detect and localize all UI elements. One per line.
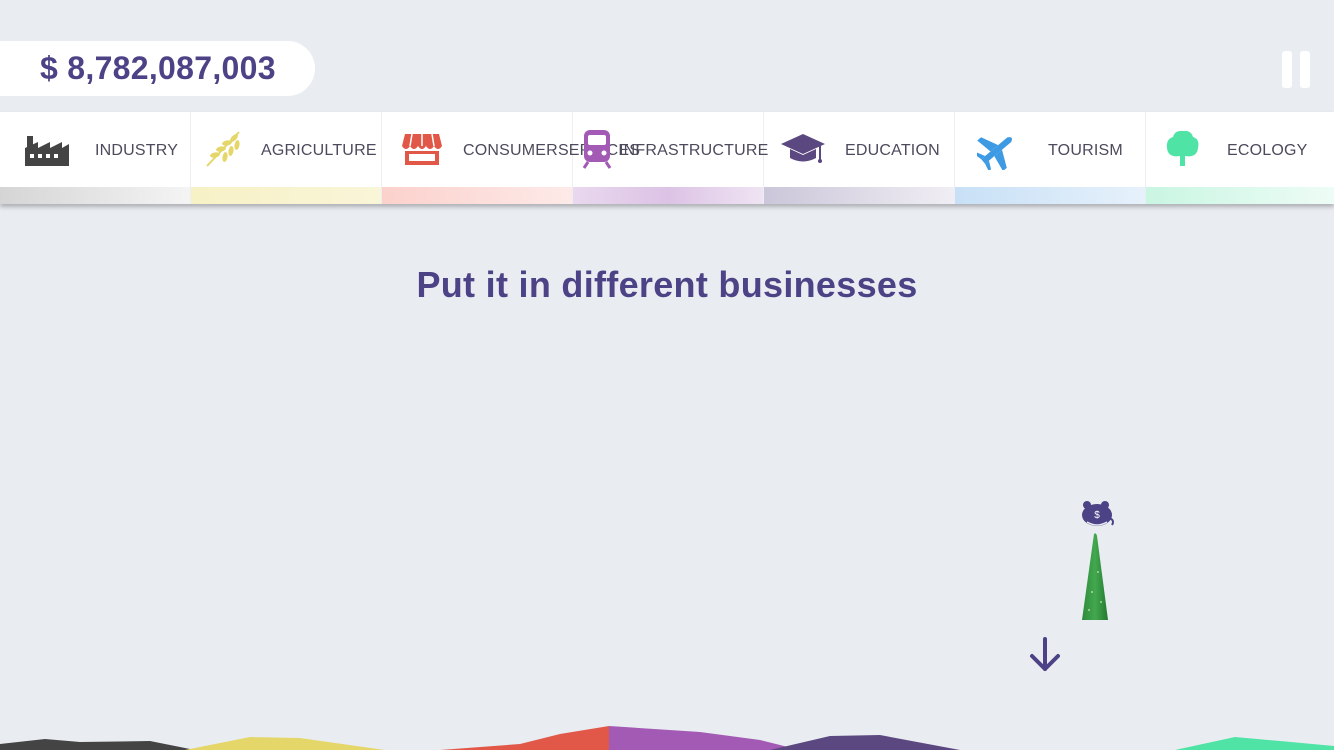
wheat-icon [206, 131, 240, 167]
pause-button[interactable] [1282, 51, 1310, 88]
category-consumer-services[interactable]: CONSUMER SERVICES [382, 112, 640, 204]
category-ecology[interactable]: ECOLOGY [1146, 112, 1334, 204]
category-bar: INDUSTRY AGRICULTURE CONSUMER INFRASTRUC… [0, 112, 1334, 204]
category-label: EDUCATION [845, 141, 940, 159]
category-education[interactable]: EDUCATION [764, 112, 955, 204]
storefront-icon [402, 133, 442, 165]
balance-text: $ 8,782,087,003 [40, 50, 276, 86]
category-color-strip [191, 187, 381, 204]
category-label: AGRICULTURE [261, 141, 377, 159]
category-agriculture[interactable]: AGRICULTURE [191, 112, 382, 204]
airplane-icon [977, 137, 1012, 170]
category-color-strip [955, 187, 1145, 204]
category-tourism[interactable]: TOURISM [955, 112, 1146, 204]
money-counter: $ 8,782,087,003 [0, 41, 315, 96]
svg-text:$: $ [1094, 510, 1100, 521]
category-color-strip [0, 187, 190, 204]
arrow-down-icon [1030, 637, 1060, 671]
hint-headline: Put it in different businesses [416, 264, 918, 305]
category-color-strip [382, 187, 572, 204]
category-color-strip [764, 187, 954, 204]
category-label: INFRASTRUCTURE [619, 141, 769, 159]
factory-icon [25, 136, 69, 166]
category-color-strip [573, 187, 763, 204]
category-label: ECOLOGY [1227, 141, 1308, 159]
category-industry[interactable]: INDUSTRY [0, 112, 191, 204]
piggy-bank-icon[interactable]: $ [1079, 500, 1115, 530]
category-label: INDUSTRY [95, 141, 179, 159]
category-label: TOURISM [1048, 141, 1123, 159]
graduation-cap-icon [781, 134, 825, 163]
tree-tower-icon [1082, 533, 1108, 620]
landscape-hills [0, 726, 1334, 750]
pause-icon [1282, 51, 1292, 88]
category-color-strip [1146, 187, 1334, 204]
category-infrastructure[interactable]: INFRASTRUCTURE [573, 112, 768, 204]
tree-icon [1166, 130, 1199, 166]
